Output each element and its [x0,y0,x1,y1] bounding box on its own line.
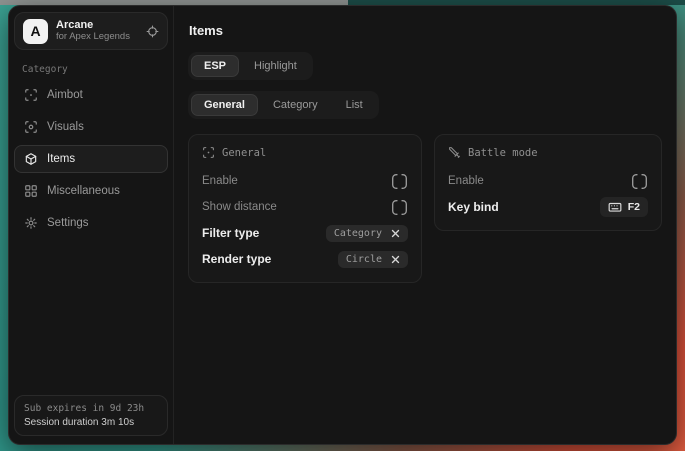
tab-general[interactable]: General [191,94,258,116]
keyboard-icon [608,200,622,214]
sidebar-item-label: Visuals [47,121,84,133]
scan-crosshair-icon [202,146,215,159]
setting-label: Filter type [202,226,259,240]
brand-logo: A [23,19,48,44]
session-duration-text: Session duration 3m 10s [24,417,158,428]
keybind-button[interactable]: F2 [600,197,648,217]
setting-row-key-bind: Key bind F2 [448,195,648,219]
panel-general-header: General [202,146,408,159]
chip-value: Category [334,228,382,239]
brand-subtitle: for Apex Legends [56,32,138,43]
main-content: Items ESP Highlight General Category Lis… [174,6,676,444]
sidebar-item-aimbot[interactable]: Aimbot [14,81,168,109]
setting-row-render-type: Render type Circle [202,247,408,271]
tab-highlight[interactable]: Highlight [241,55,310,77]
sidebar-item-label: Aimbot [47,89,83,101]
panel-battle-header: Battle mode [448,146,648,159]
chip-value: Circle [346,254,382,265]
checkbox-battle-enable[interactable] [631,173,648,190]
setting-row-show-distance: Show distance [202,195,408,219]
brand-card: A Arcane for Apex Legends [14,12,168,50]
tab-esp[interactable]: ESP [191,55,239,77]
checkbox-enable[interactable] [391,173,408,190]
crosshair-icon [24,88,38,102]
sidebar-item-visuals[interactable]: Visuals [14,113,168,141]
sidebar-nav: Aimbot Visuals [14,81,168,237]
sidebar: A Arcane for Apex Legends Category [9,6,174,444]
panel-battle-mode: Battle mode Enable Key bind [434,134,662,231]
sword-icon [448,146,461,159]
sidebar-item-settings[interactable]: Settings [14,209,168,237]
sidebar-item-label: Miscellaneous [47,185,120,197]
sidebar-item-label: Items [47,153,75,165]
render-type-chip[interactable]: Circle [338,251,408,268]
sidebar-section-label: Category [22,64,168,75]
brand-title: Arcane [56,19,138,32]
sidebar-item-items[interactable]: Items [14,145,168,173]
eye-icon [24,120,38,134]
package-icon [24,152,38,166]
target-icon[interactable] [146,25,159,38]
setting-label: Key bind [448,200,499,214]
brand-text: Arcane for Apex Legends [56,19,138,43]
setting-row-filter-type: Filter type Category [202,221,408,245]
sub-expires-text: Sub expires in 9d 23h [24,403,158,414]
arcane-window: A Arcane for Apex Legends Category [8,5,677,445]
close-icon[interactable] [391,255,400,264]
panel-title: Battle mode [468,147,538,159]
checkbox-show-distance[interactable] [391,199,408,216]
panel-title: General [222,147,266,159]
sidebar-item-miscellaneous[interactable]: Miscellaneous [14,177,168,205]
gear-icon [24,216,38,230]
setting-label: Enable [202,175,238,187]
sidebar-item-label: Settings [47,217,89,229]
view-tabs: General Category List [188,91,379,119]
setting-label: Show distance [202,201,277,213]
mode-tabs: ESP Highlight [188,52,313,80]
filter-type-chip[interactable]: Category [326,225,408,242]
setting-row-battle-enable: Enable [448,169,648,193]
grid-icon [24,184,38,198]
tab-category[interactable]: Category [260,94,331,116]
setting-row-enable: Enable [202,169,408,193]
close-icon[interactable] [391,229,400,238]
tab-list[interactable]: List [333,94,376,116]
page-title: Items [189,23,662,38]
subscription-info-box: Sub expires in 9d 23h Session duration 3… [14,395,168,436]
screen: A Arcane for Apex Legends Category [0,0,685,451]
setting-label: Render type [202,252,271,266]
panel-general: General Enable Show distance [188,134,422,283]
panels-row: General Enable Show distance [188,134,662,283]
keybind-value: F2 [628,201,640,213]
setting-label: Enable [448,175,484,187]
